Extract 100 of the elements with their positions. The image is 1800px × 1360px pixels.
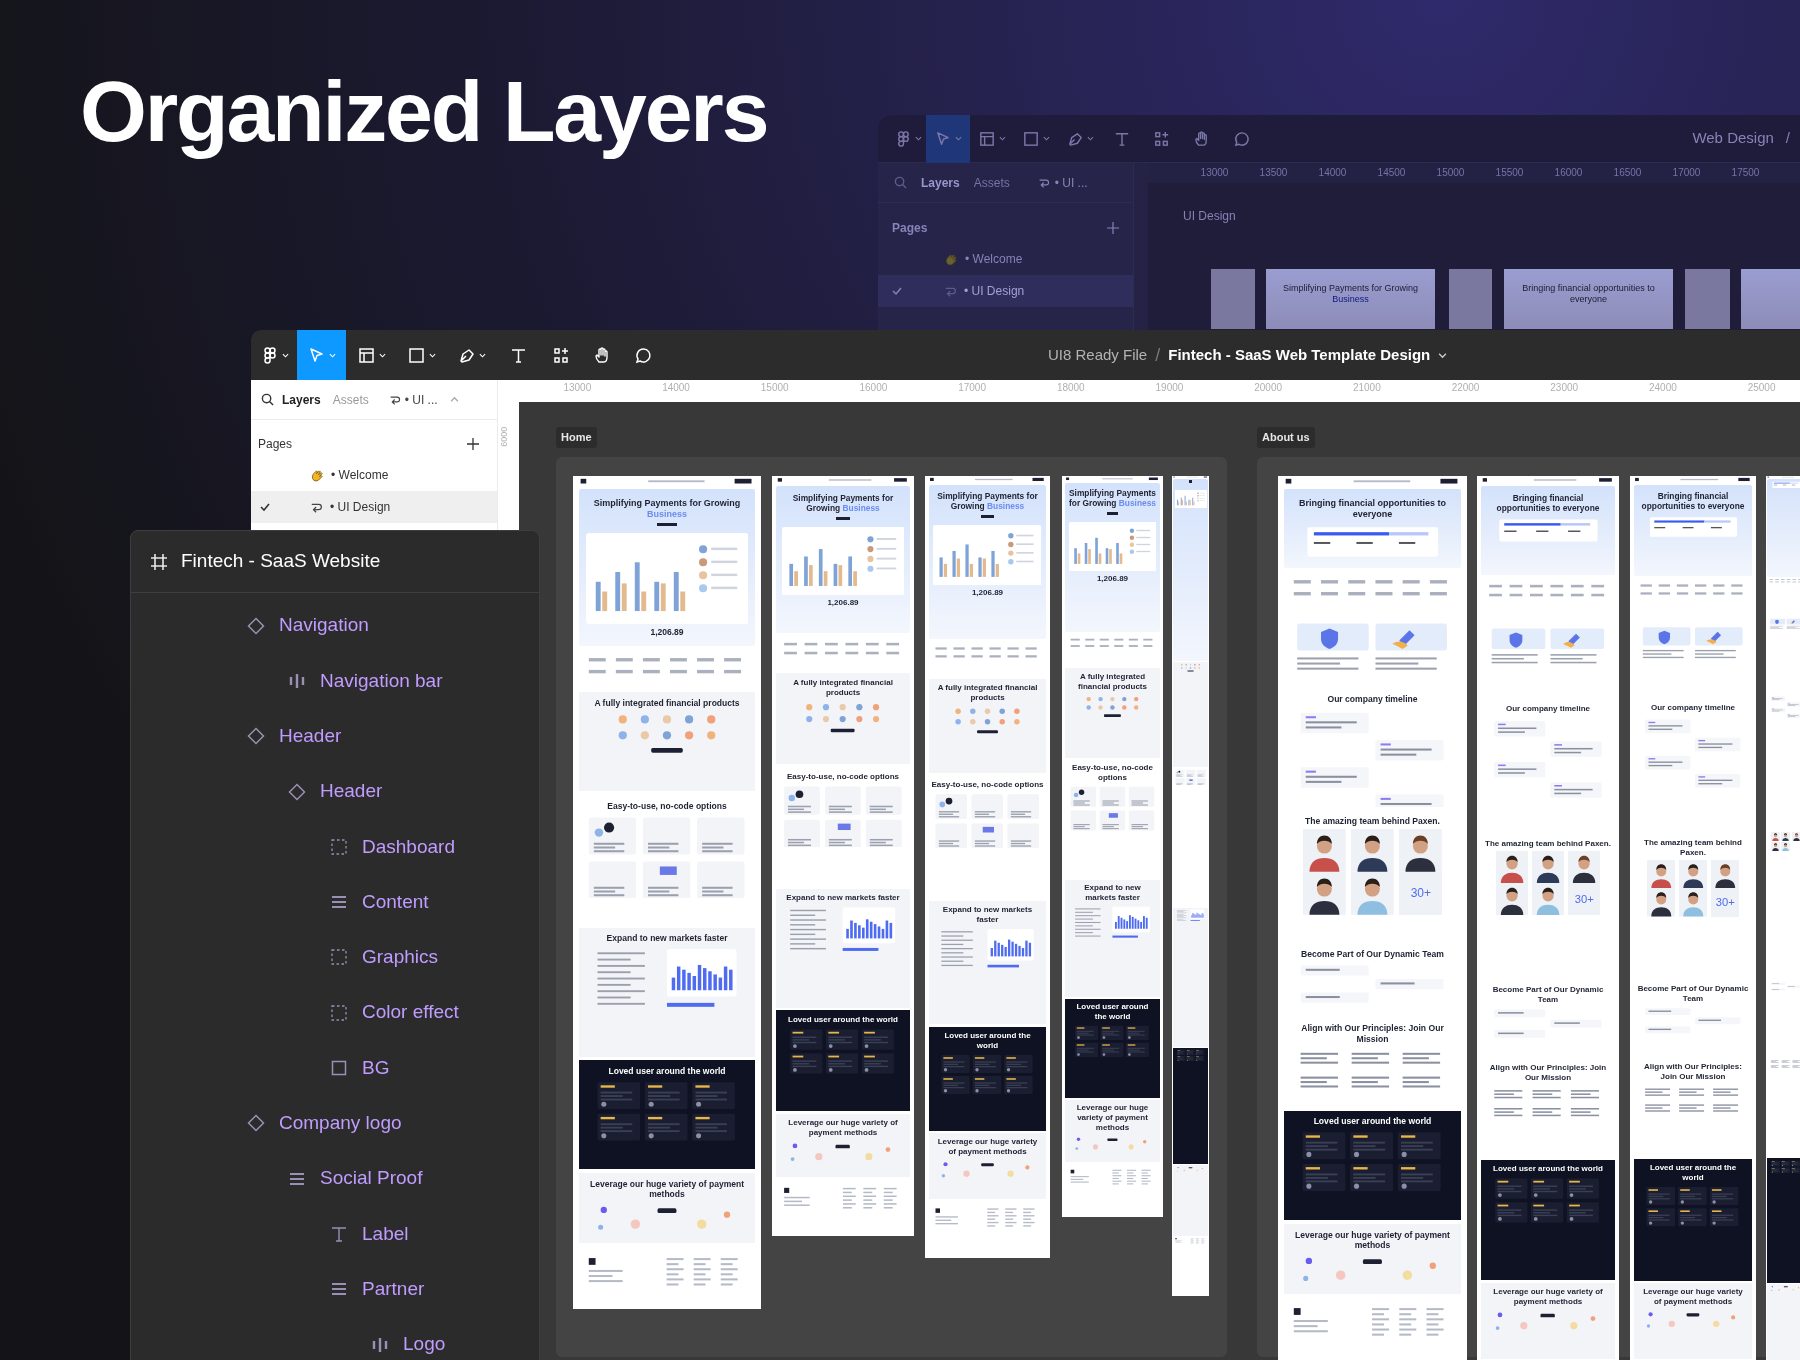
ruler-label: 19000 (1154, 381, 1185, 395)
section-heading: Expand to new markets faster (786, 893, 900, 904)
section-heading: Easy-to-use, no-code options (1071, 763, 1154, 784)
layer-name: Header (320, 779, 383, 804)
layer-item[interactable]: Navigation bar (131, 653, 539, 709)
layer-item[interactable]: Logo (131, 1316, 539, 1360)
page-name: • UI Design (964, 283, 1025, 300)
page-item[interactable]: • UI Design (251, 491, 497, 523)
section-heading: Easy-to-use, no-code options (787, 771, 899, 782)
layer-item[interactable]: Company logo (131, 1095, 539, 1151)
layer-name: Label (362, 1221, 409, 1246)
layer-item[interactable]: Social Proof (131, 1150, 539, 1207)
section-heading: Leverage our huge variety of payment methods (936, 1137, 1039, 1158)
pages-heading: Pages (892, 220, 928, 237)
team-count: 30+ (1410, 885, 1432, 903)
ruler-label: 16500 (1612, 166, 1643, 180)
panel-tab[interactable]: Layers (921, 173, 960, 192)
section-heading: The amazing team behind Paxen. (1485, 838, 1611, 849)
layer-name: Social Proof (320, 1166, 423, 1191)
section-heading: Bringing financial opportunities to everyone (1640, 490, 1746, 512)
team-count: 30+ (1574, 891, 1594, 907)
layer-item[interactable]: Header (131, 763, 539, 820)
page-item[interactable]: • UI Design (878, 275, 1133, 307)
layer-item[interactable]: Header (131, 708, 539, 764)
section-heading: Become Part of Our Dynamic Team (1636, 984, 1750, 1005)
ruler-label: 17500 (1730, 166, 1761, 180)
ruler-label: 14500 (1376, 166, 1407, 180)
ruler-label: 16000 (858, 381, 889, 395)
section-heading: Loved user around the world (1075, 1001, 1150, 1022)
section-heading: Simplifying Payments for Growing Business (592, 497, 742, 521)
page-item[interactable]: • Welcome (251, 459, 497, 491)
page-switcher: • UI ... (404, 391, 438, 409)
amount-text: 1,206.89 (650, 626, 684, 640)
amount-text: 1,206.89 (827, 597, 859, 610)
page-name: • UI Design (330, 499, 391, 516)
section-heading: A fully integrated financial products (936, 682, 1039, 703)
ruler-label: 13500 (1258, 166, 1289, 180)
ruler-label: 6000 (498, 426, 511, 447)
section-heading: Align with Our Principles: Join Our Mission (1488, 1063, 1608, 1084)
page-item[interactable]: • Welcome (878, 243, 1133, 275)
ruler-label: 15000 (1435, 166, 1466, 180)
layer-item[interactable]: Navigation (131, 598, 539, 654)
layer-name: Content (362, 889, 429, 914)
layer-item[interactable]: Label (131, 1206, 539, 1262)
layer-name: Company logo (279, 1111, 402, 1136)
ruler-label: 24000 (1648, 381, 1678, 395)
layer-item[interactable]: Partner (131, 1261, 539, 1317)
ruler-label: 20000 (1253, 381, 1284, 395)
section-heading: The amazing team behind Paxen. (1643, 837, 1743, 858)
layer-item[interactable]: BG (131, 1040, 539, 1096)
thumbnail-heading: Simplifying Payments for Growing Business (1281, 283, 1420, 306)
ruler-label: 22000 (1450, 381, 1481, 395)
section-heading: Loved user around the world (1313, 1116, 1432, 1128)
section-heading: Align with Our Principles: Join Our Mission (1643, 1062, 1743, 1083)
file-name-button[interactable]: Fintech - SaaS Web Template Design (1168, 343, 1431, 367)
ruler-label: 15000 (759, 381, 790, 395)
breadcrumb-separator: / (1785, 128, 1790, 149)
section-heading: Our company timeline (1327, 693, 1418, 705)
layer-item[interactable]: Graphics (131, 929, 539, 986)
section-heading: Simplifying Payments for Growing Business (936, 490, 1039, 512)
ruler-label: 17000 (1671, 166, 1702, 180)
section-heading: Expand to new markets faster (1083, 882, 1142, 903)
section-heading: Bringing financial opportunities to everyone (1495, 492, 1601, 514)
layer-name: Header (279, 724, 342, 748)
ruler-label: 16000 (1553, 166, 1584, 180)
section-heading: Our company timeline (1651, 702, 1735, 713)
section-heading: Simplifying Payments for Growing Business (791, 492, 895, 514)
layer-name: Graphics (362, 945, 439, 970)
layer-name: Navigation (279, 613, 369, 638)
layer-item[interactable]: Color effect (131, 985, 539, 1041)
panel-tab[interactable]: Layers (282, 390, 321, 409)
section-heading: The amazing team behind Paxen. (1305, 816, 1440, 828)
thumbnail-heading: Bringing financial opportunities to everyone (1521, 283, 1656, 306)
section-heading: Easy-to-use, no-code options (607, 800, 727, 812)
section-heading: Leverage our huge variety of payment methods (1294, 1229, 1451, 1251)
section-heading: Loved user around the world (608, 1065, 726, 1077)
layer-name: Dashboard (362, 834, 455, 859)
section-heading: Leverage our huge variety of payment methods (1642, 1286, 1744, 1307)
section-label: About us (1257, 427, 1315, 448)
ruler-label: 21000 (1351, 381, 1382, 395)
breadcrumb-text: Web Design (1692, 128, 1774, 149)
section-heading: Leverage our huge variety of payment methods (787, 1117, 899, 1138)
section-heading: Align with Our Principles: Join Our Mission (1300, 1022, 1445, 1045)
ruler-label: 18000 (1055, 381, 1086, 395)
ruler-label: 14000 (1317, 166, 1348, 180)
section-heading: Our company timeline (1506, 704, 1590, 715)
ruler-label: 17000 (957, 381, 987, 395)
layer-name: Partner (362, 1276, 425, 1301)
layer-name: Navigation bar (320, 668, 443, 693)
section-heading: Leverage our huge variety of payment methods (588, 1178, 746, 1201)
section-heading: Become Part of Our Dynamic Team (1491, 984, 1605, 1005)
team-count: 30+ (1715, 895, 1735, 911)
layer-item[interactable]: Content (131, 874, 539, 930)
section-heading: A fully integrated financial products (594, 697, 740, 709)
section-heading: Loved user around the world (788, 1014, 898, 1025)
ruler-label: 15500 (1494, 166, 1525, 180)
layer-item[interactable]: Dashboard (131, 819, 539, 875)
panel-tab[interactable]: Assets (973, 173, 1010, 192)
section-label: Home (556, 427, 597, 448)
section-heading: Bringing financial opportunities to everyone (1297, 498, 1448, 521)
